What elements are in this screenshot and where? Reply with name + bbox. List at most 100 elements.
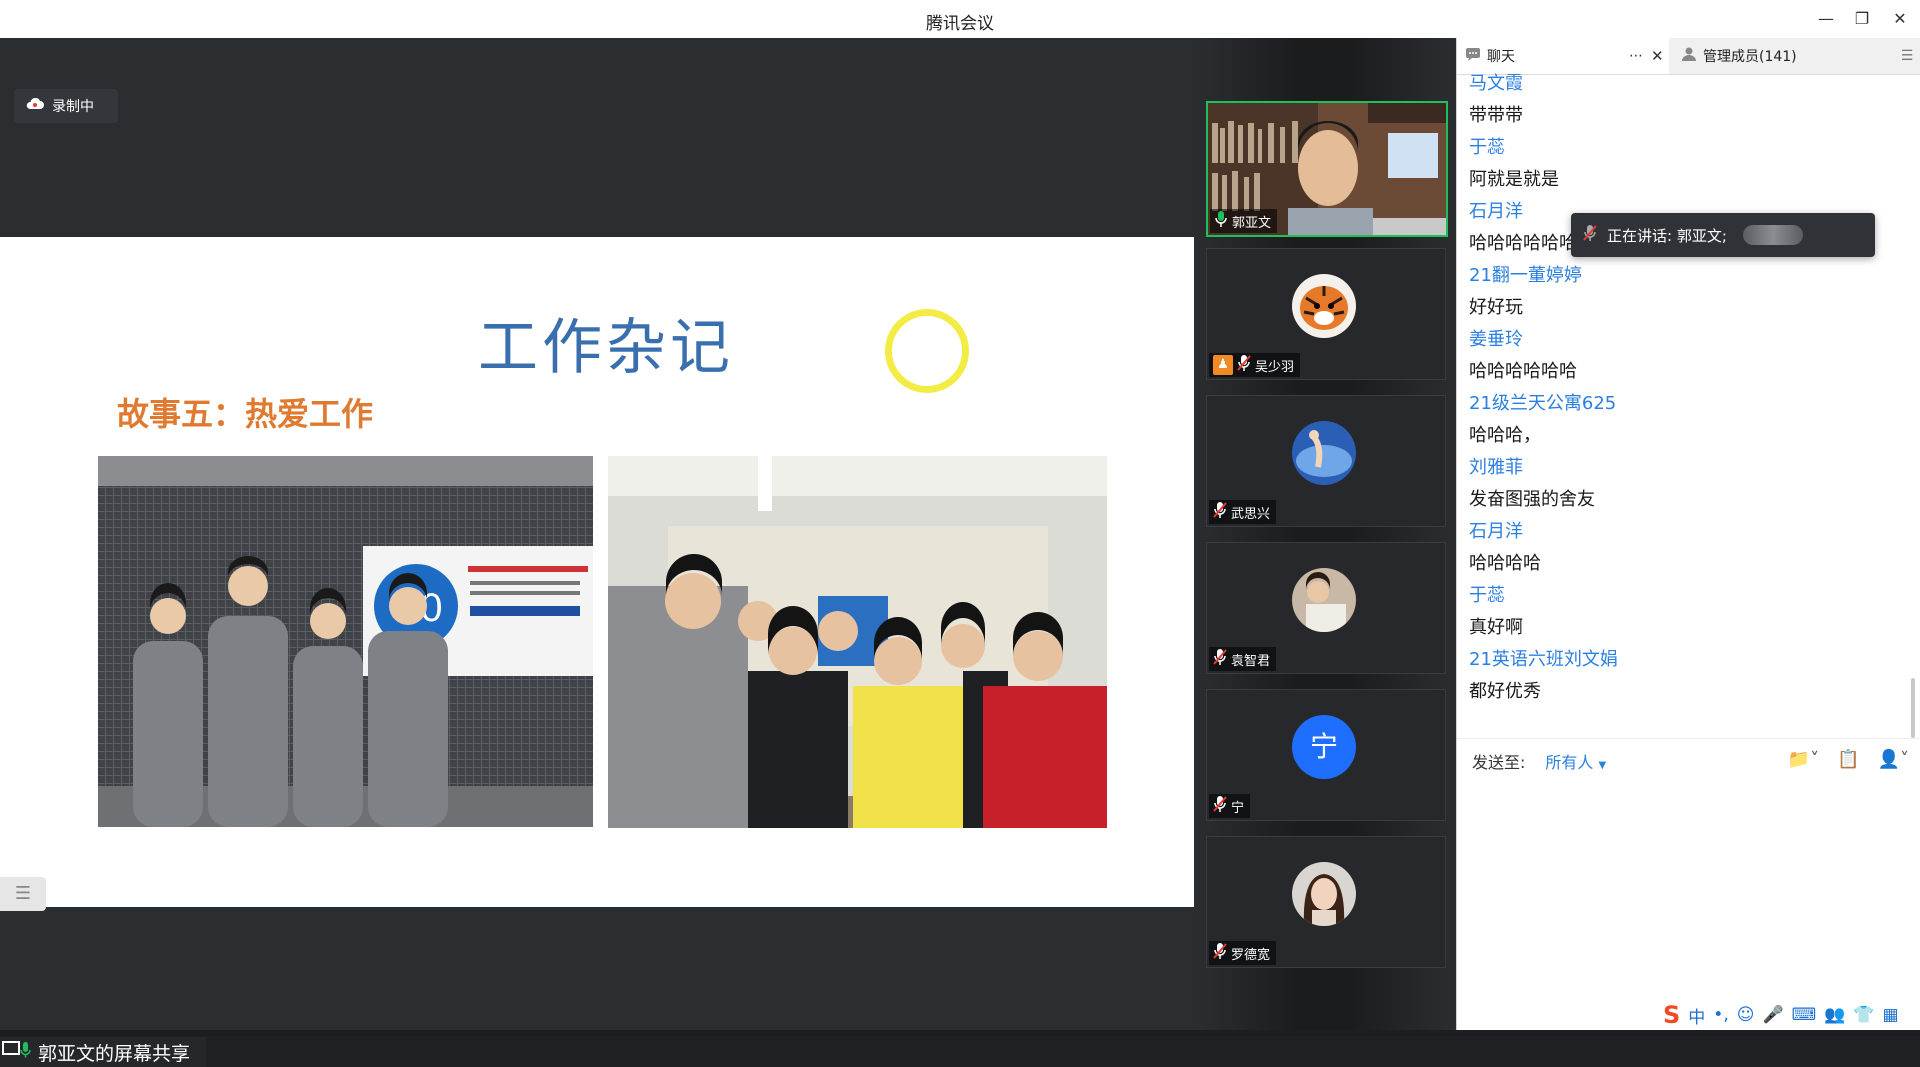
screen-share-name: 郭亚文的屏幕共享 <box>38 1042 191 1065</box>
message-sender[interactable]: 于蕊 <box>1469 132 1899 164</box>
pool-avatar <box>1292 421 1356 485</box>
tab-chat-label: 聊天 <box>1487 49 1515 65</box>
recording-label: 录制中 <box>52 99 94 115</box>
tab-members-label: 管理成员(141) <box>1703 49 1797 65</box>
mic-muted-icon <box>1213 942 1227 964</box>
speaking-indicator: 正在讲话: 郭亚文; <box>1571 213 1875 257</box>
sogou-logo-icon[interactable]: S <box>1663 1001 1680 1029</box>
participant-name-tag: ♟ 吴少羽 <box>1209 353 1301 377</box>
slide-subtitle: 故事五：热爱工作 <box>117 395 374 433</box>
speaking-text: 正在讲话: 郭亚文; <box>1607 226 1727 245</box>
host-badge-icon: ♟ <box>1213 355 1233 375</box>
mic-muted-icon <box>1213 795 1227 817</box>
message-sender[interactable]: 21英语六班刘文娟 <box>1469 644 1899 676</box>
portrait-avatar <box>1292 568 1356 632</box>
participant-tile-3[interactable]: 武思兴 <box>1206 395 1446 527</box>
cloud-record-icon <box>26 97 44 114</box>
voice-input-icon[interactable]: 🎤 <box>1762 1005 1783 1025</box>
message-sender[interactable]: 21级兰天公寓625 <box>1469 388 1899 420</box>
slide-title: 工作杂记 <box>478 313 734 383</box>
participant-name: 吴少羽 <box>1255 359 1295 375</box>
participant-name: 武思兴 <box>1231 506 1271 522</box>
participant-tile-6[interactable]: 罗德宽 <box>1206 836 1446 968</box>
send-to-target-label: 所有人 <box>1545 753 1594 772</box>
message-text: 发奋图强的舍友 <box>1469 489 1595 510</box>
message-sender[interactable]: 21翻一董婷婷 <box>1469 260 1899 292</box>
chat-icon <box>1465 47 1481 65</box>
participant-tile-1[interactable]: 郭亚文 <box>1206 101 1448 237</box>
mic-on-icon <box>1214 210 1228 232</box>
slide-menu-icon[interactable]: ☰ <box>0 877 46 911</box>
dropdown-arrow-icon: ▼ <box>1598 760 1607 771</box>
woman-avatar <box>1292 862 1356 926</box>
participant-name: 罗德宽 <box>1231 947 1271 963</box>
announcement-icon[interactable]: 📋 <box>1837 749 1859 770</box>
window-title: 腾讯会议 <box>926 14 994 34</box>
emoji-icon[interactable]: ☺ <box>1737 1005 1755 1025</box>
message-text: 带带带 <box>1469 105 1523 126</box>
participant-name: 宁 <box>1231 800 1245 816</box>
participant-tile-2[interactable]: ♟ 吴少羽 <box>1206 248 1446 380</box>
group-photo-1: 10 <box>98 456 593 827</box>
presentation-slide: 工作杂记 故事五：热爱工作 10 <box>0 237 1194 911</box>
message-text: 真好啊 <box>1469 617 1523 638</box>
participant-tile-4[interactable]: 袁智君 <box>1206 542 1446 674</box>
message-text: 都好优秀 <box>1469 681 1541 702</box>
message-text: 哈哈哈， <box>1469 425 1541 446</box>
restore-icon[interactable]: ❐ <box>1848 6 1876 32</box>
bottom-strip <box>0 1030 1920 1036</box>
message-sender[interactable]: 马文霞 <box>1469 68 1899 100</box>
participant-name-tag: 武思兴 <box>1209 500 1277 524</box>
punctuation-icon[interactable]: •, <box>1713 1005 1728 1025</box>
toolbox-icon[interactable]: ▦ <box>1883 1005 1899 1025</box>
participant-strip: 郭亚文 ♟ 吴少羽 武思兴 袁智君 宁 宁 罗德宽 <box>1194 38 1456 1030</box>
group-photo-2 <box>608 456 1107 828</box>
mic-muted-icon <box>1237 354 1251 376</box>
user-icon[interactable]: 👥 <box>1824 1005 1845 1025</box>
tiger-avatar <box>1292 274 1356 338</box>
message-text: 哈哈哈哈哈哈 <box>1469 361 1577 382</box>
close-chat-icon[interactable]: ✕ <box>1651 47 1664 65</box>
window-titlebar: 腾讯会议 — ❐ ✕ <box>0 0 1920 39</box>
folder-icon[interactable]: 📁˅ <box>1788 749 1819 770</box>
more-icon[interactable]: ⋯ <box>1629 48 1644 64</box>
message-sender[interactable]: 石月洋 <box>1469 516 1899 548</box>
participant-name-tag: 罗德宽 <box>1209 941 1277 965</box>
mic-muted-icon <box>1213 648 1227 670</box>
shared-screen-area: 录制中 工作杂记 故事五：热爱工作 10 <box>0 38 1194 1067</box>
message-sender[interactable]: 于蕊 <box>1469 580 1899 612</box>
participant-tile-5[interactable]: 宁 宁 <box>1206 689 1446 821</box>
message-sender[interactable]: 姜垂玲 <box>1469 324 1899 356</box>
recording-badge[interactable]: 录制中 <box>14 89 118 123</box>
message-text: 好好玩 <box>1469 297 1523 318</box>
members-icon <box>1681 46 1697 66</box>
screen-share-label: 郭亚文的屏幕共享 <box>0 1037 206 1067</box>
participant-name-tag: 袁智君 <box>1209 647 1277 671</box>
participant-name: 郭亚文 <box>1232 215 1272 231</box>
message-text: 阿就是就是 <box>1469 169 1559 190</box>
participant-name-tag: 郭亚文 <box>1210 209 1278 233</box>
screen-share-icon <box>2 1040 32 1064</box>
ime-toolbar: S 中 •, ☺ 🎤 ⌨ 👥 👕 ▦ <box>1663 1000 1920 1030</box>
ime-chinese-label[interactable]: 中 <box>1688 1003 1705 1028</box>
participant-name-tag: 宁 <box>1209 794 1251 818</box>
send-to-target[interactable]: 所有人 ▼ <box>1545 749 1606 773</box>
message-text: 哈哈哈哈 <box>1469 553 1541 574</box>
mic-muted-icon <box>1213 501 1227 523</box>
minimize-icon[interactable]: — <box>1812 6 1840 32</box>
participant-name: 袁智君 <box>1231 653 1271 669</box>
message-sender[interactable]: 刘雅菲 <box>1469 452 1899 484</box>
send-bar: 发送至: 所有人 ▼ 📁˅ 📋 👤˅ <box>1457 738 1920 783</box>
pointer-highlight <box>885 309 969 393</box>
send-toolbar: 📁˅ 📋 👤˅ <box>1788 749 1909 770</box>
user-settings-icon[interactable]: 👤˅ <box>1878 749 1909 770</box>
close-icon[interactable]: ✕ <box>1886 6 1914 32</box>
letter-avatar: 宁 <box>1292 715 1356 779</box>
send-to-label: 发送至: <box>1472 753 1526 772</box>
chat-scrollbar[interactable] <box>1911 678 1915 738</box>
speaking-avatars-icon <box>1742 225 1803 245</box>
skin-icon[interactable]: 👕 <box>1853 1005 1874 1025</box>
chat-panel: 聊天 ⋯ ✕ 管理成员(141) ☰ 马文霞 带带带 于蕊 阿就是就是 石月洋 … <box>1456 38 1920 1030</box>
keyboard-icon[interactable]: ⌨ <box>1792 1005 1817 1025</box>
chat-message-list: 马文霞 带带带 于蕊 阿就是就是 石月洋 哈哈哈哈哈哈 21翻一董婷婷 好好玩 … <box>1469 68 1899 708</box>
